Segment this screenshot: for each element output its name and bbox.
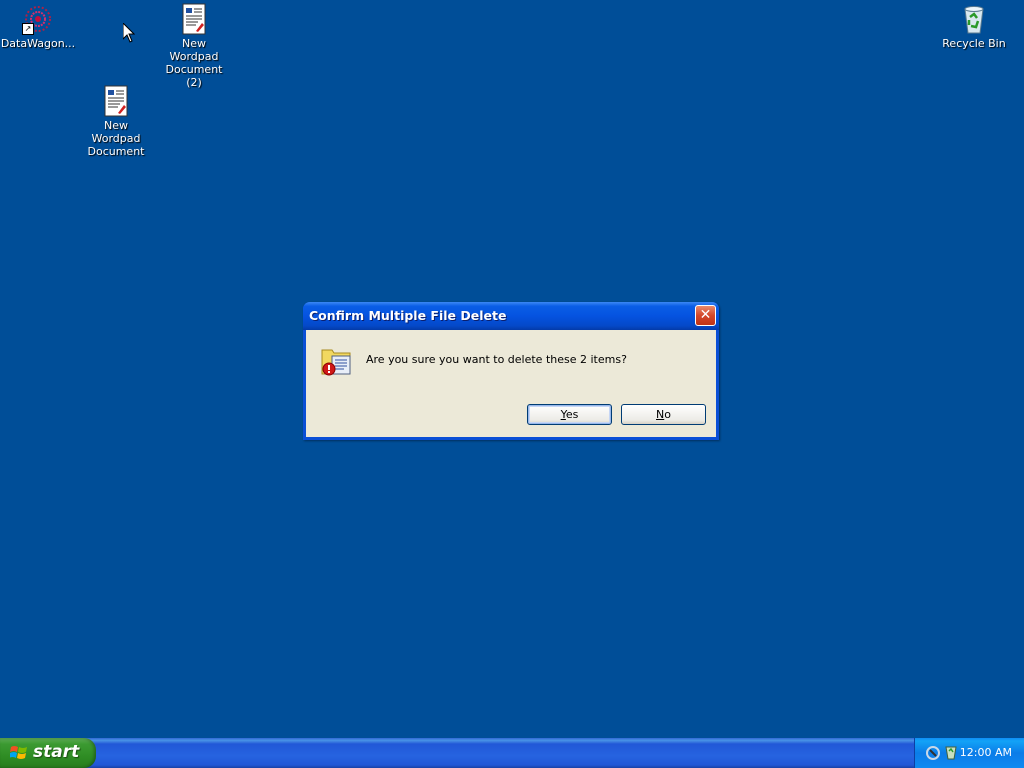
system-tray: 12:00 AM xyxy=(914,738,1024,768)
close-icon: ✕ xyxy=(699,307,712,323)
desktop-icon-datawagon[interactable]: ↗ DataWagon... xyxy=(0,3,76,50)
no-button-label: No xyxy=(656,408,671,421)
yes-button-label: Yes xyxy=(560,408,579,421)
delete-warning-icon xyxy=(321,349,351,376)
security-shield-icon[interactable] xyxy=(943,745,959,761)
clock[interactable]: 12:00 AM xyxy=(960,746,1012,759)
desktop: ↗ DataWagon... New Wordpad Document (2) xyxy=(0,0,1024,738)
confirm-delete-dialog: Confirm Multiple File Delete ✕ Are you s… xyxy=(303,302,719,440)
desktop-icon-wordpad-doc-2[interactable]: New Wordpad Document (2) xyxy=(156,3,232,89)
dialog-message: Are you sure you want to delete these 2 … xyxy=(366,353,627,366)
desktop-icon-label: Recycle Bin xyxy=(942,37,1006,50)
desktop-icon-label: DataWagon... xyxy=(0,37,76,50)
taskbar: start 12:00 AM xyxy=(0,738,1024,768)
shortcut-arrow-icon: ↗ xyxy=(22,23,34,35)
start-label: start xyxy=(33,742,80,762)
start-button[interactable]: start xyxy=(0,738,96,768)
no-button[interactable]: No xyxy=(621,404,706,425)
wordpad-document-icon xyxy=(178,3,210,35)
desktop-icon-label: New Wordpad Document xyxy=(87,119,145,158)
dialog-body: Are you sure you want to delete these 2 … xyxy=(306,330,716,437)
close-button[interactable]: ✕ xyxy=(695,305,716,326)
desktop-icon-label: New Wordpad Document (2) xyxy=(165,37,223,89)
desktop-icon-wordpad-doc[interactable]: New Wordpad Document xyxy=(78,85,154,158)
dialog-titlebar[interactable]: Confirm Multiple File Delete ✕ xyxy=(303,302,719,330)
mouse-cursor-icon xyxy=(123,23,135,43)
recycle-bin-icon xyxy=(958,3,990,35)
windows-flag-icon xyxy=(10,746,27,759)
yes-button[interactable]: Yes xyxy=(527,404,612,425)
dialog-title: Confirm Multiple File Delete xyxy=(309,308,507,323)
wordpad-document-icon xyxy=(100,85,132,117)
network-icon[interactable] xyxy=(925,745,941,761)
datawagon-icon: ↗ xyxy=(22,3,54,35)
desktop-icon-recycle-bin[interactable]: Recycle Bin xyxy=(936,3,1012,50)
